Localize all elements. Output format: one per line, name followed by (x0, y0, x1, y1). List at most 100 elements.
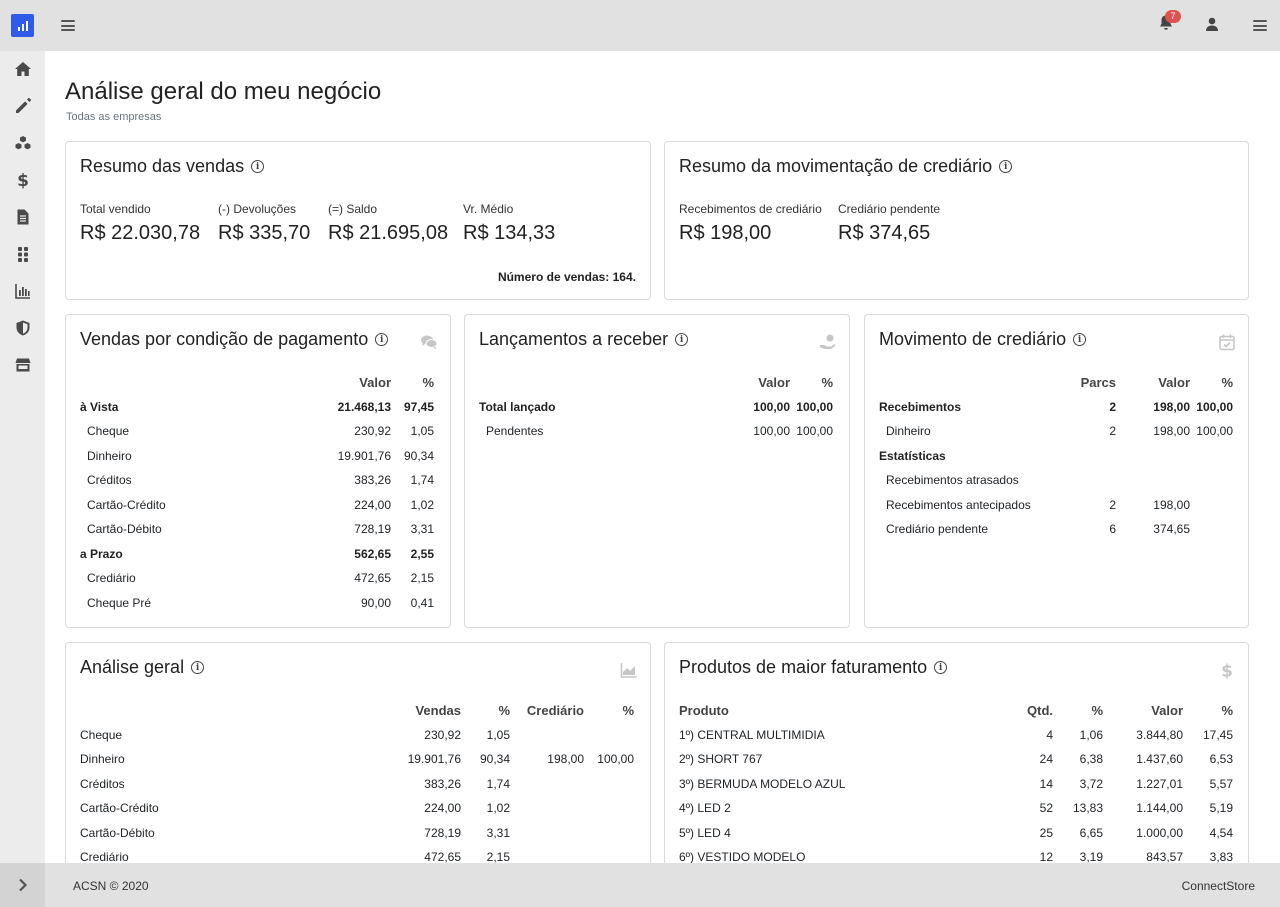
home-icon[interactable] (13, 59, 33, 79)
table-cell: 0,41 (410, 595, 434, 610)
table-cell: 1.227,01 (1136, 776, 1183, 791)
chevron-right-icon (18, 878, 27, 892)
top-products-card: Produtos de maior faturamento i $ Produto… (664, 642, 1249, 882)
table-cell: 2 (1109, 424, 1116, 439)
document-icon[interactable] (13, 207, 33, 227)
table-cell: Cartão-Débito (87, 522, 162, 537)
table-cell: 6,53 (1209, 752, 1233, 767)
footer: ACSN © 2020 ConnectStore (0, 863, 1280, 907)
table-cell (584, 723, 634, 748)
top-bar: 7 (0, 0, 1280, 51)
store-icon[interactable] (13, 355, 33, 375)
table-row: Dinheiro 2 198,00 100,00 (879, 419, 1233, 444)
table-cell: Estatísticas (879, 448, 946, 463)
general-analysis-table: Vendas% Crediário% Cheque 230,92 1,05 Dinhei… (80, 698, 634, 870)
table-row: 3º) BERMUDA MODELO AZUL 14 3,72 1.227,01 5,5… (679, 772, 1233, 797)
menu-toggle-icon[interactable] (61, 20, 75, 31)
table-cell: Pendentes (486, 424, 544, 439)
table-cell: 6,38 (1079, 752, 1103, 767)
table-cell: 198,00 (1153, 497, 1190, 512)
table-cell: 17,45 (1202, 727, 1233, 742)
table-cell: Crediário pendente (886, 522, 989, 537)
info-icon[interactable]: i (999, 160, 1013, 173)
table-cell: 25 (1039, 825, 1053, 840)
table-cell: 3.844,80 (1136, 727, 1183, 742)
table-cell (1076, 444, 1116, 469)
table-cell: Dinheiro (87, 448, 132, 463)
sales-count: Número de vendas: 164. (497, 270, 636, 284)
info-icon[interactable]: i (191, 661, 205, 674)
info-icon[interactable]: i (375, 333, 389, 346)
table-cell: 3,72 (1079, 776, 1103, 791)
credit-movement-table: Parcs Valor% Recebimentos 2 198,00 100,00 Din… (879, 370, 1233, 542)
table-cell: 3,31 (410, 522, 434, 537)
table-cell: 230,92 (424, 727, 461, 742)
table-cell: Dinheiro (80, 752, 125, 767)
table-cell: 230,92 (354, 424, 391, 439)
info-icon[interactable]: i (675, 333, 689, 346)
calendar-check-icon (1219, 334, 1235, 351)
credit-summary-card: Resumo da movimentação de crediário i Rec… (664, 141, 1249, 300)
card-title: Produtos de maior faturamento i (679, 657, 948, 678)
dollar-icon[interactable]: $ (13, 170, 33, 190)
table-cell: 728,19 (424, 825, 461, 840)
table-row: 5º) LED 4 25 6,65 1.000,00 4,54 (679, 821, 1233, 846)
info-icon[interactable]: i (934, 661, 948, 674)
table-cell: Crediário (87, 571, 136, 586)
area-chart-icon (620, 663, 637, 678)
table-cell: 2 (1109, 497, 1116, 512)
info-icon[interactable]: i (1073, 333, 1087, 346)
options-menu-icon[interactable] (1253, 20, 1267, 31)
table-cell: Recebimentos (879, 399, 962, 414)
info-icon[interactable]: i (251, 160, 265, 173)
table-row: Dinheiro 19.901,76 90,34 (80, 444, 434, 469)
footer-copyright: ACSN © 2020 (73, 879, 149, 893)
table-cell: 2,55 (410, 546, 434, 561)
table-cell: 1,74 (410, 473, 434, 488)
table-cell: 52 (1039, 801, 1053, 816)
svg-text:$: $ (1221, 662, 1233, 680)
table-row: a Prazo 562,65 2,55 (80, 542, 434, 567)
table-cell: 97,45 (403, 399, 434, 414)
card-title: Lançamentos a receber i (479, 329, 689, 350)
table-cell: 24 (1039, 752, 1053, 767)
kpi-total-sold: Total vendido R$ 22.030,78 (80, 202, 201, 244)
table-row: 1º) CENTRAL MULTIMIDIA 4 1,06 3.844,80 17,45 (679, 723, 1233, 748)
table-row: Crediário 472,65 2,15 (80, 566, 434, 591)
sidebar-expand-button[interactable] (0, 863, 45, 907)
table-row: Cheque 230,92 1,05 (80, 419, 434, 444)
table-row: Dinheiro 19.901,76 90,34 198,00 100,00 (80, 747, 634, 772)
table-row: Cartão-Débito 728,19 3,31 (80, 821, 634, 846)
table-cell (510, 821, 584, 846)
table-cell: 5º) LED 4 (679, 825, 731, 840)
bar-chart-icon[interactable] (13, 281, 33, 301)
table-cell (510, 796, 584, 821)
card-title: Resumo das vendas i (80, 156, 265, 177)
pencil-icon[interactable] (13, 96, 33, 116)
table-cell: 100,00 (597, 752, 634, 767)
page-title: Análise geral do meu negócio (65, 78, 382, 105)
table-cell: Recebimentos antecipados (886, 497, 1031, 512)
table-cell: 90,34 (403, 448, 434, 463)
table-cell (510, 772, 584, 797)
table-cell (584, 772, 634, 797)
table-row: Estatísticas (879, 444, 1233, 469)
table-row: 4º) LED 2 52 13,83 1.144,00 5,19 (679, 796, 1233, 821)
sales-summary-card: Resumo das vendas i Total vendido R$ 22.03… (65, 141, 651, 300)
table-cell: 728,19 (354, 522, 391, 537)
table-cell: 562,65 (354, 546, 391, 561)
table-cell (584, 796, 634, 821)
table-cell: 5,19 (1209, 801, 1233, 816)
cubes-icon[interactable] (13, 133, 33, 153)
table-cell: 100,00 (753, 399, 790, 414)
table-cell: 3º) BERMUDA MODELO AZUL (679, 776, 846, 791)
table-row: Recebimentos 2 198,00 100,00 (879, 395, 1233, 420)
table-cell: 19.901,76 (407, 752, 461, 767)
shield-icon[interactable] (13, 318, 33, 338)
table-cell: 1,02 (410, 497, 434, 512)
table-cell: 13,83 (1072, 801, 1103, 816)
grid-icon[interactable] (13, 244, 33, 264)
app-logo-icon[interactable] (11, 14, 34, 37)
table-cell (1190, 493, 1233, 518)
user-icon[interactable] (1205, 17, 1219, 31)
